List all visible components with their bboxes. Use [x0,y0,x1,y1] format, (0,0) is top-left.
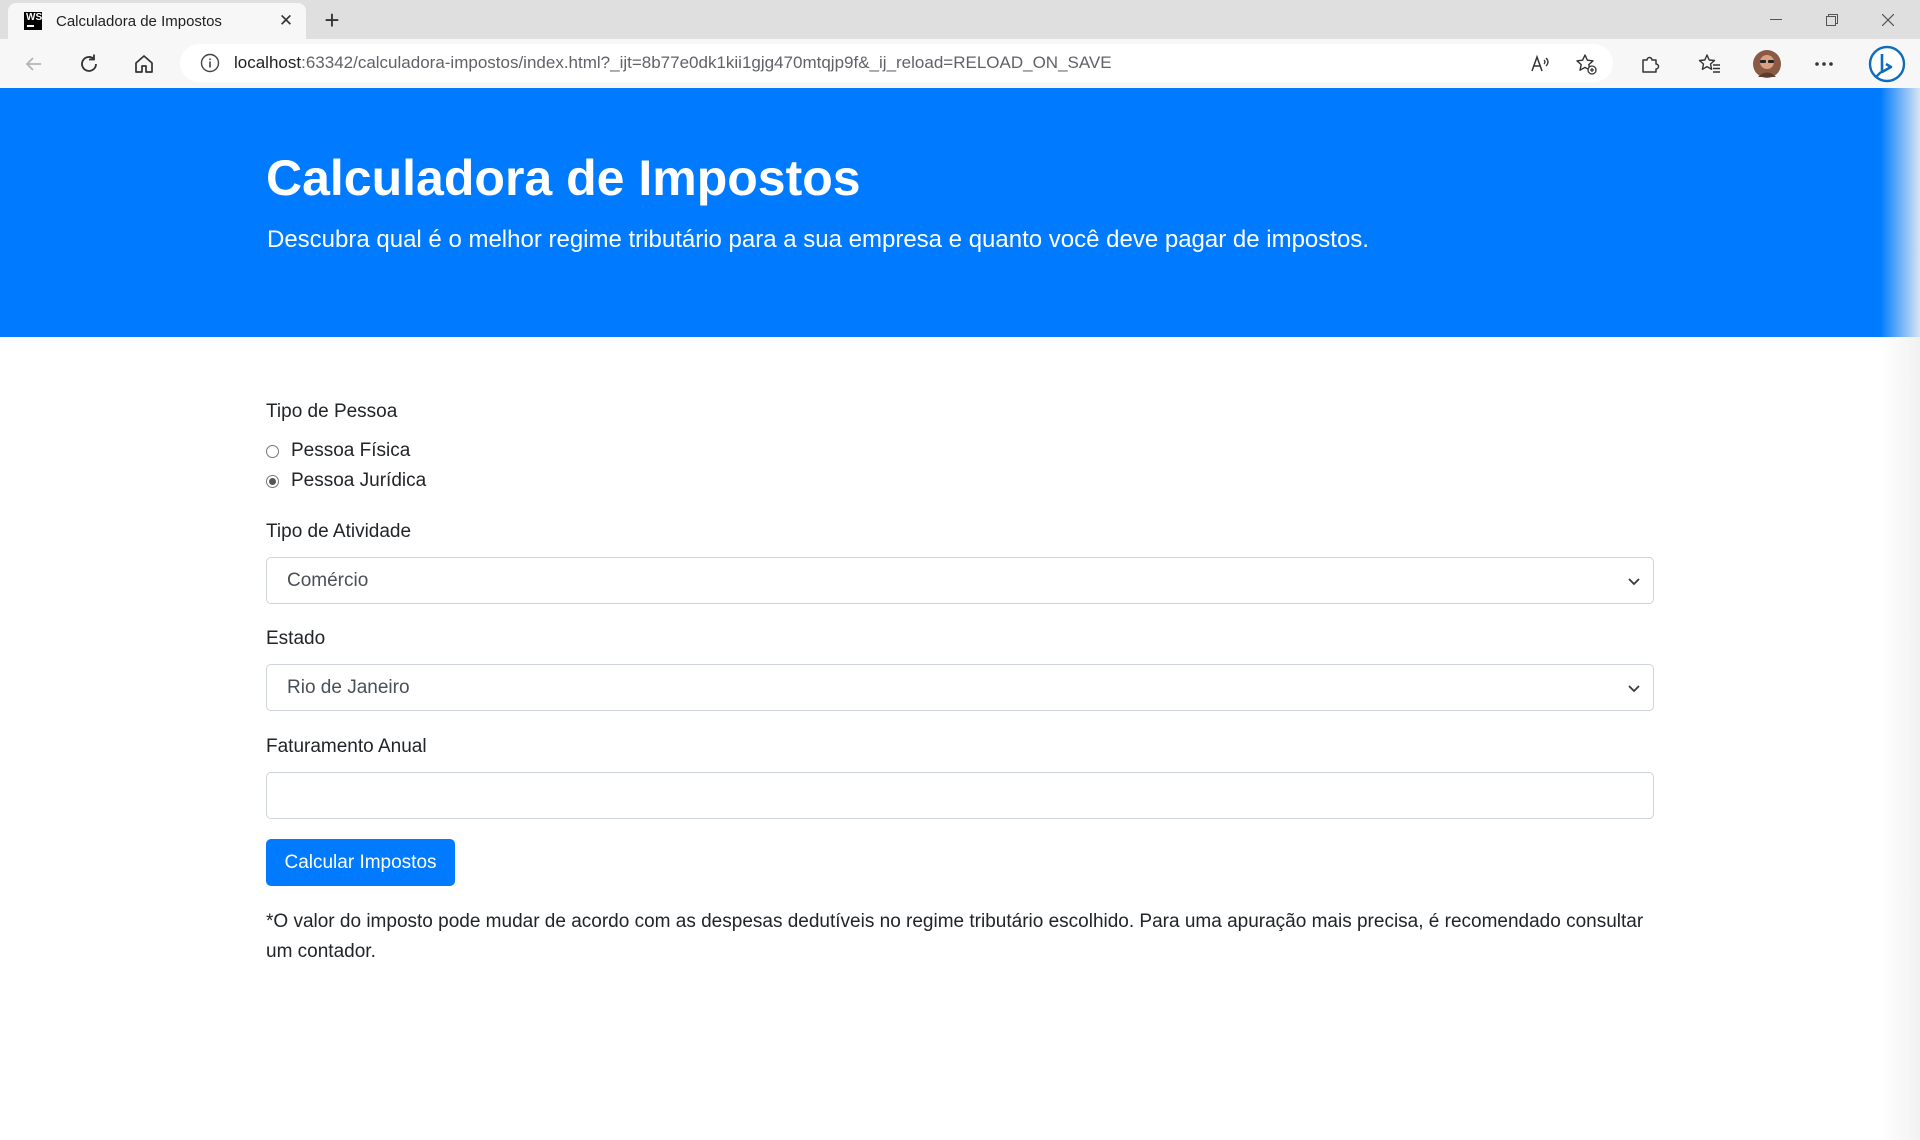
close-tab-icon[interactable]: ✕ [276,11,296,31]
disclaimer-note: *O valor do imposto pode mudar de acordo… [266,907,1654,967]
tab-title: Calculadora de Impostos [56,13,222,30]
atividade-select[interactable]: Comércio [266,557,1654,604]
home-icon [133,53,155,75]
webstorm-favicon-icon: WS [24,12,42,30]
site-info-icon[interactable] [200,53,220,73]
tipo-pessoa-label: Tipo de Pessoa [266,401,397,423]
reload-button[interactable] [73,48,105,80]
browser-toolbar: localhost:63342/calculadora-impostos/ind… [0,39,1920,89]
back-button[interactable] [18,48,50,80]
page-subtitle: Descubra qual é o melhor regime tributár… [267,224,1369,255]
hero-banner: Calculadora de Impostos Descubra qual é … [0,88,1920,337]
reload-icon [78,53,100,75]
bing-copilot-icon[interactable] [1867,44,1907,84]
home-button[interactable] [128,48,160,80]
minimize-icon [1770,19,1782,21]
atividade-label: Tipo de Atividade [266,521,411,543]
estado-label: Estado [266,628,325,650]
faturamento-label: Faturamento Anual [266,736,427,758]
close-icon [1882,14,1894,26]
profile-avatar[interactable] [1751,48,1783,80]
calcular-impostos-button[interactable]: Calcular Impostos [266,839,455,886]
radio-pessoa-fisica[interactable]: Pessoa Física [266,440,410,462]
chevron-down-icon [1625,572,1643,590]
add-favorite-icon[interactable] [1570,48,1602,80]
radio-pessoa-juridica[interactable]: Pessoa Jurídica [266,470,426,492]
radio-label-pessoa-juridica: Pessoa Jurídica [291,470,426,492]
radio-button-pessoa-juridica[interactable] [266,475,279,488]
browser-tab[interactable]: WS Calculadora de Impostos ✕ [8,3,306,39]
read-aloud-icon[interactable] [1525,48,1557,80]
browser-tab-strip: WS Calculadora de Impostos ✕ + [0,0,1920,39]
faturamento-input[interactable] [266,772,1654,819]
scroll-shadow [1880,88,1920,1140]
url-text: localhost:63342/calculadora-impostos/ind… [234,53,1112,73]
close-window-button[interactable] [1860,0,1916,39]
minimize-window-button[interactable] [1748,0,1804,39]
page-title: Calculadora de Impostos [266,148,861,208]
atividade-selected-value: Comércio [287,570,368,592]
back-arrow-icon [24,54,44,74]
address-bar[interactable]: localhost:63342/calculadora-impostos/ind… [180,44,1613,82]
estado-select[interactable]: Rio de Janeiro [266,664,1654,711]
more-options-icon[interactable] [1808,48,1840,80]
restore-icon [1826,14,1838,26]
estado-selected-value: Rio de Janeiro [287,677,410,699]
new-tab-button[interactable]: + [318,6,346,34]
restore-window-button[interactable] [1804,0,1860,39]
favorites-icon[interactable] [1694,48,1726,80]
extensions-icon[interactable] [1634,48,1666,80]
radio-button-pessoa-fisica[interactable] [266,445,279,458]
radio-label-pessoa-fisica: Pessoa Física [291,440,410,462]
chevron-down-icon [1625,679,1643,697]
